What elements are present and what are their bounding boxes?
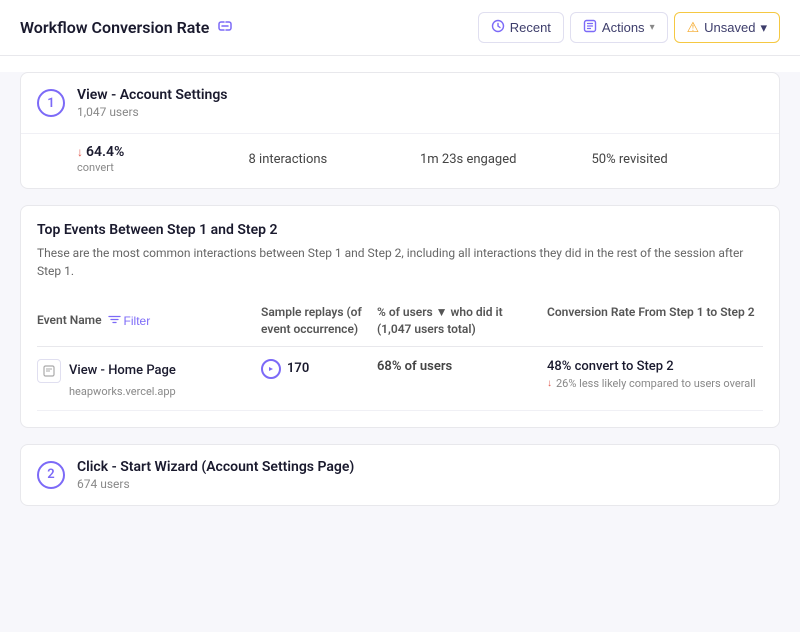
- sub-down-icon: ↓: [547, 378, 552, 389]
- convert-label: convert: [77, 161, 114, 174]
- table-header: Event Name Filter Sample replays (of eve…: [37, 296, 763, 347]
- sample-count: 170: [287, 361, 309, 376]
- convert-value: ↓ 64.4%: [77, 144, 124, 160]
- step-1-number: 1: [37, 89, 65, 117]
- replay-icon[interactable]: [261, 359, 281, 379]
- col-sample-replays: Sample replays (of event occurrence): [261, 304, 369, 338]
- step-2-name: Click - Start Wizard (Account Settings P…: [77, 459, 763, 475]
- interactions-value: 8 interactions: [249, 152, 328, 167]
- step-2-users: 674 users: [77, 477, 763, 491]
- unsaved-label: Unsaved: [704, 20, 755, 35]
- filter-button[interactable]: Filter: [108, 313, 151, 329]
- recent-button[interactable]: Recent: [478, 12, 564, 43]
- chevron-down-icon: ▾: [650, 22, 655, 33]
- convert-metric: ↓ 64.4% convert: [77, 144, 249, 174]
- step-1-name: View - Account Settings: [77, 87, 763, 103]
- revisited-metric: 50% revisited: [592, 152, 764, 167]
- conversion-main: 48% convert to Step 2: [547, 359, 763, 374]
- page-title: Workflow Conversion Rate: [20, 18, 209, 37]
- event-cell: View - Home Page heapworks.vercel.app: [37, 359, 253, 398]
- conversion-sub-text: 26% less likely compared to users overal…: [556, 377, 756, 390]
- filter-icon: [108, 313, 121, 329]
- header-right: Recent Actions ▾ ⚠ Unsaved ▾: [478, 12, 780, 43]
- step-2-info: Click - Start Wizard (Account Settings P…: [77, 459, 763, 491]
- step-1-info: View - Account Settings 1,047 users: [77, 87, 763, 119]
- clock-icon: [491, 19, 505, 36]
- col-conversion-rate: Conversion Rate From Step 1 to Step 2: [547, 304, 763, 338]
- header-left: Workflow Conversion Rate: [20, 18, 233, 38]
- actions-icon: [583, 19, 597, 36]
- engaged-value: 1m 23s engaged: [420, 152, 516, 167]
- percent-cell: 68% of users: [377, 359, 539, 374]
- col-event-name: Event Name Filter: [37, 304, 253, 338]
- recent-label: Recent: [510, 20, 551, 35]
- step-2-number: 2: [37, 461, 65, 489]
- col-percent-users: % of users ▼ who did it (1,047 users tot…: [377, 304, 539, 338]
- between-section: Top Events Between Step 1 and Step 2 The…: [20, 205, 780, 428]
- step-2-header: 2 Click - Start Wizard (Account Settings…: [21, 445, 779, 505]
- table-row: View - Home Page heapworks.vercel.app 17…: [37, 347, 763, 411]
- revisited-value: 50% revisited: [592, 152, 668, 167]
- event-name-row: View - Home Page: [37, 359, 253, 383]
- page-header: Workflow Conversion Rate Recent: [0, 0, 800, 56]
- between-title: Top Events Between Step 1 and Step 2: [37, 222, 763, 238]
- conversion-sub: ↓ 26% less likely compared to users over…: [547, 377, 763, 390]
- link-icon[interactable]: [217, 18, 233, 38]
- step-1-header: 1 View - Account Settings 1,047 users: [21, 73, 779, 133]
- engaged-metric: 1m 23s engaged: [420, 152, 592, 167]
- conversion-cell: 48% convert to Step 2 ↓ 26% less likely …: [547, 359, 763, 390]
- step-1-users: 1,047 users: [77, 105, 763, 119]
- event-url: heapworks.vercel.app: [37, 385, 253, 398]
- actions-button[interactable]: Actions ▾: [570, 12, 668, 43]
- main-content: 1 View - Account Settings 1,047 users ↓ …: [0, 72, 800, 632]
- sample-cell: 170: [261, 359, 369, 379]
- step-1-card: 1 View - Account Settings 1,047 users ↓ …: [20, 72, 780, 189]
- event-name: View - Home Page: [69, 363, 176, 378]
- interactions-metric: 8 interactions: [249, 152, 421, 167]
- actions-label: Actions: [602, 20, 645, 35]
- percent-value: 68% of users: [377, 359, 452, 374]
- warning-icon: ⚠: [687, 19, 700, 36]
- event-page-icon: [37, 359, 61, 383]
- unsaved-chevron-icon: ▾: [760, 20, 767, 36]
- between-description: These are the most common interactions b…: [37, 244, 763, 280]
- step-1-metrics: ↓ 64.4% convert 8 interactions 1m 23s en…: [21, 133, 779, 188]
- unsaved-button[interactable]: ⚠ Unsaved ▾: [674, 12, 780, 43]
- down-arrow-icon: ↓: [77, 145, 83, 159]
- filter-label: Filter: [124, 314, 151, 328]
- step-2-card: 2 Click - Start Wizard (Account Settings…: [20, 444, 780, 506]
